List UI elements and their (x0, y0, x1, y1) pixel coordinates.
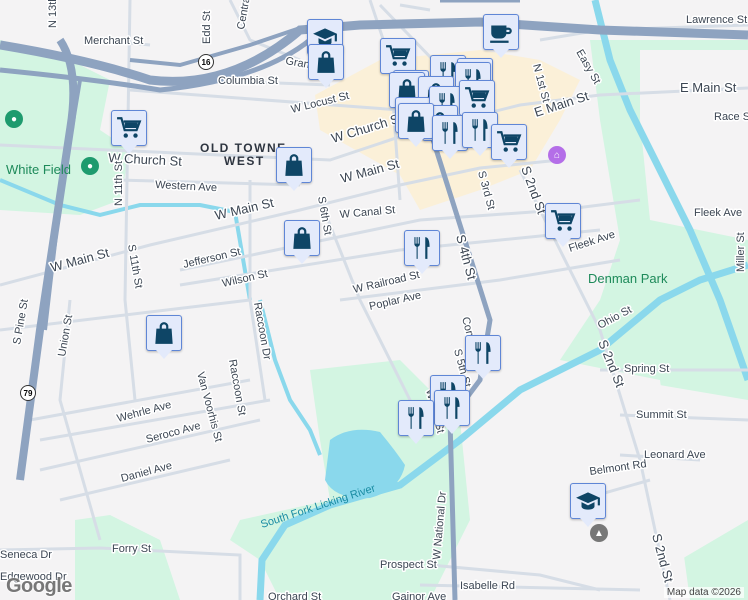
street-label: Edd St (201, 11, 213, 44)
street-label: Western Ave (155, 179, 218, 194)
street-label: Columbia St (218, 75, 278, 87)
grocery-marker[interactable] (491, 124, 527, 168)
park-pin-icon[interactable]: ● (81, 157, 99, 175)
cafe-marker[interactable] (483, 14, 519, 58)
grocery-icon (465, 87, 490, 108)
shopping-marker[interactable] (276, 147, 312, 191)
shopping-marker[interactable] (308, 44, 344, 88)
restaurant-marker[interactable] (398, 400, 434, 444)
shopping-icon (285, 154, 303, 176)
restaurant-marker[interactable] (404, 230, 440, 274)
cafe-icon (490, 25, 512, 43)
restaurant-icon (414, 237, 430, 259)
restaurant-icon (408, 407, 424, 429)
restaurant-icon (444, 397, 460, 419)
restaurant-marker[interactable] (465, 335, 501, 379)
street-label: N 11th St (113, 161, 125, 206)
park-area (75, 515, 180, 600)
school-icon (576, 492, 600, 510)
street-label: Central Ave (235, 0, 257, 31)
neighborhood-label: OLD TOWNE (200, 141, 287, 155)
restaurant-icon (442, 122, 458, 144)
grocery-icon (551, 210, 576, 231)
street-label: W Main St (339, 156, 401, 186)
restaurant-icon (472, 119, 488, 141)
street-label: Spring St (624, 363, 669, 375)
river-raccoon (258, 299, 322, 456)
grocery-icon (117, 117, 142, 138)
street-label: Orchard St (268, 591, 321, 600)
street-label: Seneca Dr (0, 549, 52, 561)
neighborhood-label: WEST (224, 154, 265, 168)
street-label: Miller St (735, 232, 747, 272)
street-label: Isabelle Rd (460, 580, 515, 592)
grocery-marker[interactable] (111, 110, 147, 154)
street-label: N 13th St (47, 0, 59, 28)
street-label: Jefferson St (182, 246, 242, 271)
park-label: White Field (6, 162, 71, 177)
street-label: Union St (56, 314, 75, 358)
park-label: Denman Park (588, 271, 668, 286)
map-attribution[interactable]: Map data ©2026 (663, 587, 744, 598)
grocery-marker[interactable] (380, 38, 416, 82)
shopping-icon (407, 110, 425, 132)
restaurant-icon (475, 342, 491, 364)
shopping-marker[interactable] (398, 103, 434, 147)
street-label: Race St (714, 111, 748, 123)
school-marker[interactable] (570, 483, 606, 527)
street-label: Seroco Ave (145, 420, 202, 446)
shopping-icon (317, 51, 335, 73)
street-label: S 4th St (453, 233, 480, 282)
street-label: W Canal St (339, 204, 395, 221)
street-label: Leonard Ave (644, 449, 706, 461)
street-label: Merchant St (84, 35, 143, 47)
street-label: Gainor Ave (392, 591, 446, 600)
route-16-shield: 16 (198, 54, 214, 70)
street-label: Lawrence St (686, 14, 747, 26)
street-label: W Main St (49, 245, 111, 275)
park-pin-icon[interactable]: ● (5, 110, 23, 128)
shopping-icon (293, 227, 311, 249)
grocery-icon (386, 45, 411, 66)
street-label: Prospect St (380, 559, 437, 571)
google-logo: Google (6, 575, 72, 597)
street-label: S Pine St (11, 298, 31, 345)
shopping-marker[interactable] (284, 220, 320, 264)
street-label: Forry St (112, 543, 151, 555)
shopping-marker[interactable] (146, 315, 182, 359)
museum-pin-icon[interactable]: ⌂ (548, 146, 566, 164)
restaurant-marker[interactable] (434, 390, 470, 434)
grocery-icon (497, 131, 522, 152)
route-79-shield: 79 (20, 385, 36, 401)
street-label: S 11th St (125, 243, 145, 289)
street-label: E Main St (680, 80, 737, 95)
grocery-marker[interactable] (459, 80, 495, 124)
map-canvas[interactable]: N 13th St Merchant St Edd St Central Ave… (0, 0, 748, 600)
street-label: Summit St (636, 409, 687, 421)
shopping-icon (155, 322, 173, 344)
street-label: Fleek Ave (694, 207, 742, 219)
grocery-marker[interactable] (545, 203, 581, 247)
